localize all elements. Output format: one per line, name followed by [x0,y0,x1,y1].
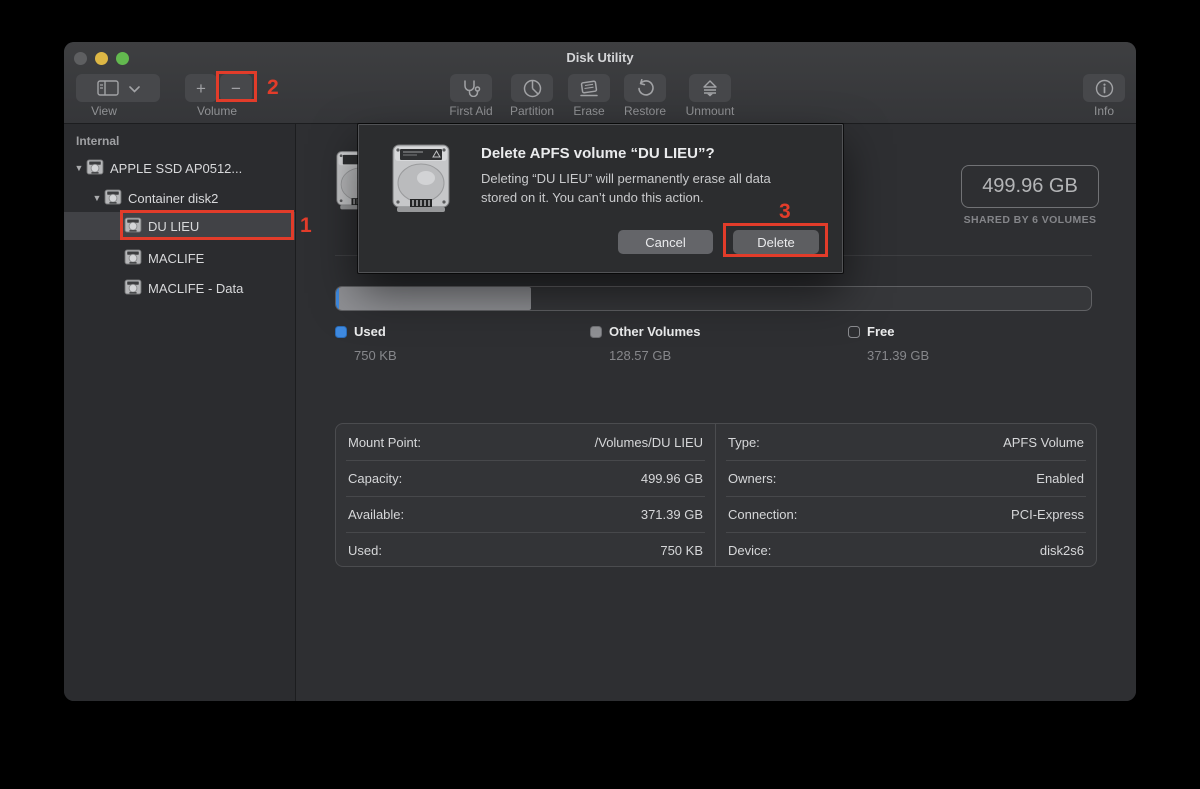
legend-used-label: Used [354,324,386,339]
cancel-button[interactable]: Cancel [618,230,713,254]
legend-other-volumes-value: 128.57 GB [609,348,671,363]
table-row: Used: 750 KB [348,532,703,568]
row-label: Capacity: [348,471,402,486]
annotation-number-3: 3 [779,200,791,224]
sidebar-item-label: MACLIFE [148,251,204,266]
restore-button[interactable] [624,74,666,102]
legend-other-volumes-label: Other Volumes [609,324,701,339]
add-volume-button[interactable]: + [185,74,217,102]
usage-bar [335,286,1092,311]
legend-free-label: Free [867,324,894,339]
row-value: 750 KB [660,543,703,558]
plus-icon: + [196,80,206,97]
sidebar-item-label: MACLIFE - Data [148,281,243,296]
sidebar-layout-icon [97,80,119,96]
undo-arrow-icon [636,79,655,98]
row-label: Available: [348,507,404,522]
legend-used: Used [335,324,386,339]
stethoscope-icon [461,79,481,97]
sidebar-item-apple-ssd[interactable]: ▼ APPLE SSD AP0512... [64,154,295,182]
details-right-column: Type: APFS Volume Owners: Enabled Connecti… [716,424,1096,566]
view-button-label: View [64,104,149,118]
disk-icon [86,159,104,178]
legend-used-value: 750 KB [354,348,397,363]
used-swatch-icon [335,326,347,338]
row-label: Used: [348,543,382,558]
dialog-message-line2: stored on it. You can’t undo this action… [481,188,771,207]
details-left-column: Mount Point: /Volumes/DU LIEU Capacity: 49… [336,424,716,566]
unmount-label: Unmount [665,104,755,118]
volume-group-label: Volume [172,104,262,118]
dialog-message-line1: Deleting “DU LIEU” will permanently eras… [481,169,771,188]
disk-icon [124,249,142,268]
disk-utility-window: Disk Utility View + − Volume Fi [64,42,1136,701]
row-value: PCI-Express [1011,507,1084,522]
row-value: APFS Volume [1003,435,1084,450]
sidebar-item-maclife[interactable]: MACLIFE [64,244,295,272]
table-row: Device: disk2s6 [728,532,1084,568]
free-swatch-icon [848,326,860,338]
annotation-box-step1 [120,210,294,240]
hard-drive-icon [389,141,453,220]
volume-details-table: Mount Point: /Volumes/DU LIEU Capacity: 49… [335,423,1097,567]
row-label: Type: [728,435,760,450]
table-row: Capacity: 499.96 GB [348,460,703,496]
pie-chart-icon [523,79,542,98]
shared-by-label: SHARED BY 6 VOLUMES [961,214,1099,226]
row-label: Mount Point: [348,435,421,450]
legend-free-value: 371.39 GB [867,348,929,363]
row-value: 499.96 GB [641,471,703,486]
row-label: Owners: [728,471,776,486]
sidebar-item-maclife-data[interactable]: MACLIFE - Data [64,274,295,302]
row-label: Device: [728,543,771,558]
annotation-number-2: 2 [267,76,279,100]
table-row: Mount Point: /Volumes/DU LIEU [348,424,703,460]
row-value: /Volumes/DU LIEU [595,435,703,450]
erase-button[interactable] [568,74,610,102]
eraser-icon [579,80,599,97]
row-value: Enabled [1036,471,1084,486]
row-label: Connection: [728,507,797,522]
dialog-message: Deleting “DU LIEU” will permanently eras… [481,169,771,207]
chevron-down-icon [129,81,140,96]
sidebar-item-container-disk2[interactable]: ▼ Container disk2 [64,184,295,212]
sidebar-item-label: APPLE SSD AP0512... [110,161,242,176]
info-button[interactable] [1083,74,1125,102]
annotation-box-step2 [216,71,257,102]
legend-free: Free [848,324,894,339]
table-row: Owners: Enabled [728,460,1084,496]
dialog-title: Delete APFS volume “DU LIEU”? [481,145,715,162]
sidebar-section-internal: Internal [76,134,119,148]
partition-button[interactable] [511,74,553,102]
other-volumes-swatch-icon [590,326,602,338]
table-row: Connection: PCI-Express [728,496,1084,532]
info-label: Info [1059,104,1136,118]
disclosure-triangle-icon[interactable]: ▼ [72,163,86,173]
sidebar-item-label: Container disk2 [128,191,218,206]
window-title: Disk Utility [64,50,1136,65]
first-aid-button[interactable] [450,74,492,102]
capacity-badge: 499.96 GB [961,165,1099,208]
disclosure-triangle-icon[interactable]: ▼ [90,193,104,203]
view-button[interactable] [76,74,160,102]
annotation-number-1: 1 [300,214,312,238]
annotation-box-step3 [723,223,828,257]
disk-icon [104,189,122,208]
info-icon [1095,79,1114,98]
eject-icon [702,80,718,97]
row-value: 371.39 GB [641,507,703,522]
table-row: Available: 371.39 GB [348,496,703,532]
row-value: disk2s6 [1040,543,1084,558]
table-row: Type: APFS Volume [728,424,1084,460]
disk-icon [124,279,142,298]
legend-other-volumes: Other Volumes [590,324,701,339]
usage-bar-other-segment [339,287,531,310]
screenshot-stage: Disk Utility View + − Volume Fi [0,0,1200,789]
unmount-button[interactable] [689,74,731,102]
